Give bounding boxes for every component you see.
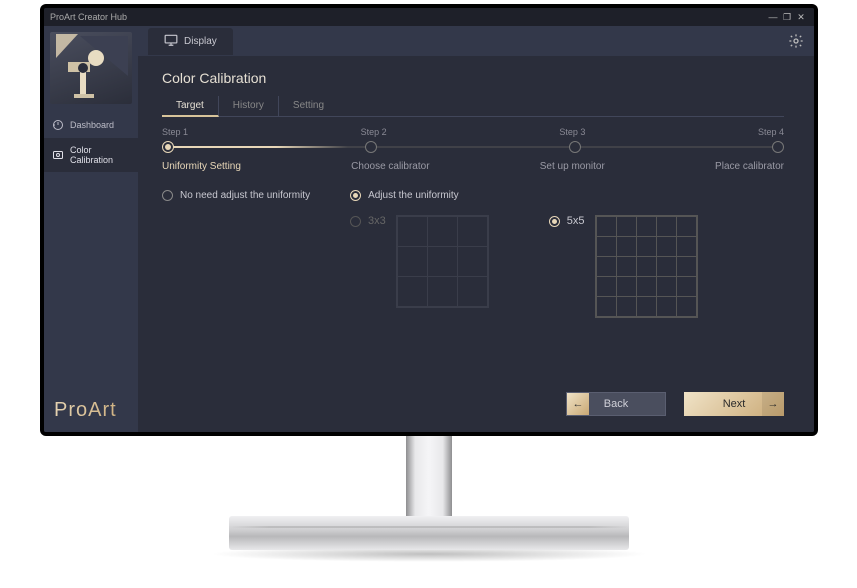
page-title: Color Calibration (162, 70, 784, 86)
button-label: Next (723, 398, 746, 410)
next-button[interactable]: Next → (684, 392, 784, 416)
window-maximize-button[interactable]: ❐ (780, 12, 794, 23)
radio-adjust[interactable]: Adjust the uniformity (350, 190, 459, 201)
radio-label: 3x3 (368, 215, 386, 227)
arrow-left-icon: ← (567, 393, 589, 415)
button-label: Back (604, 398, 628, 410)
step-label-2: Step 2 (361, 127, 387, 137)
titlebar: ProArt Creator Hub — ❐ ✕ (44, 8, 814, 26)
window-minimize-button[interactable]: — (766, 12, 780, 22)
step-caption-1: Uniformity Setting (162, 161, 241, 172)
step-label-4: Step 4 (758, 127, 784, 137)
subtab-setting[interactable]: Setting (279, 96, 338, 116)
arrow-right-icon: → (762, 392, 784, 416)
calibration-icon (52, 149, 64, 161)
subtab-target[interactable]: Target (162, 96, 219, 117)
step-caption-2: Choose calibrator (351, 161, 429, 172)
subtabs: Target History Setting (162, 96, 784, 117)
monitor-stand-neck (406, 434, 452, 524)
monitor-stand-base (229, 516, 629, 550)
settings-button[interactable] (788, 33, 804, 49)
step-label-1: Step 1 (162, 127, 188, 137)
step-dot-3[interactable] (569, 141, 581, 153)
radio-grid-5x5[interactable]: 5x5 (549, 215, 585, 227)
grid-preview-3x3 (396, 215, 489, 308)
step-caption-3: Set up monitor (540, 161, 605, 172)
sidebar-item-label: Color Calibration (70, 145, 130, 165)
wizard-buttons: ← Back Next → (566, 392, 784, 416)
sidebar-item-calibration[interactable]: Color Calibration (44, 138, 138, 172)
app-window: ProArt Creator Hub — ❐ ✕ (44, 8, 814, 432)
radio-label: Adjust the uniformity (368, 190, 459, 201)
step-progress: Step 1 Step 2 Step 3 Step 4 (162, 127, 784, 172)
monitor-icon (164, 34, 178, 49)
step-dot-1[interactable] (162, 141, 174, 153)
tab-display[interactable]: Display (148, 28, 233, 55)
sidebar-item-dashboard[interactable]: Dashboard (44, 112, 138, 138)
back-button[interactable]: ← Back (566, 392, 666, 416)
sidebar: Dashboard Color Calibration ProArt (44, 26, 138, 432)
brand-logo: ProArt (44, 389, 138, 432)
step-dot-2[interactable] (365, 141, 377, 153)
window-close-button[interactable]: ✕ (794, 12, 808, 23)
radio-grid-3x3[interactable]: 3x3 (350, 215, 386, 227)
step-dot-4[interactable] (772, 141, 784, 153)
main-panel: Color Calibration Target History Setting… (138, 56, 814, 432)
radio-label: 5x5 (567, 215, 585, 227)
radio-no-adjust[interactable]: No need adjust the uniformity (162, 190, 310, 201)
tab-label: Display (184, 36, 217, 47)
monitor-frame: ProArt Creator Hub — ❐ ✕ (40, 4, 818, 436)
grid-preview-5x5 (595, 215, 698, 318)
window-title: ProArt Creator Hub (50, 12, 127, 22)
top-tabbar: Display (138, 26, 814, 56)
uniformity-options: No need adjust the uniformity Adjust the… (162, 190, 784, 318)
sidebar-logo (50, 32, 132, 104)
step-caption-4: Place calibrator (715, 161, 784, 172)
sidebar-item-label: Dashboard (70, 120, 114, 130)
radio-label: No need adjust the uniformity (180, 190, 310, 201)
step-label-3: Step 3 (559, 127, 585, 137)
subtab-history[interactable]: History (219, 96, 279, 116)
dashboard-icon (52, 119, 64, 131)
